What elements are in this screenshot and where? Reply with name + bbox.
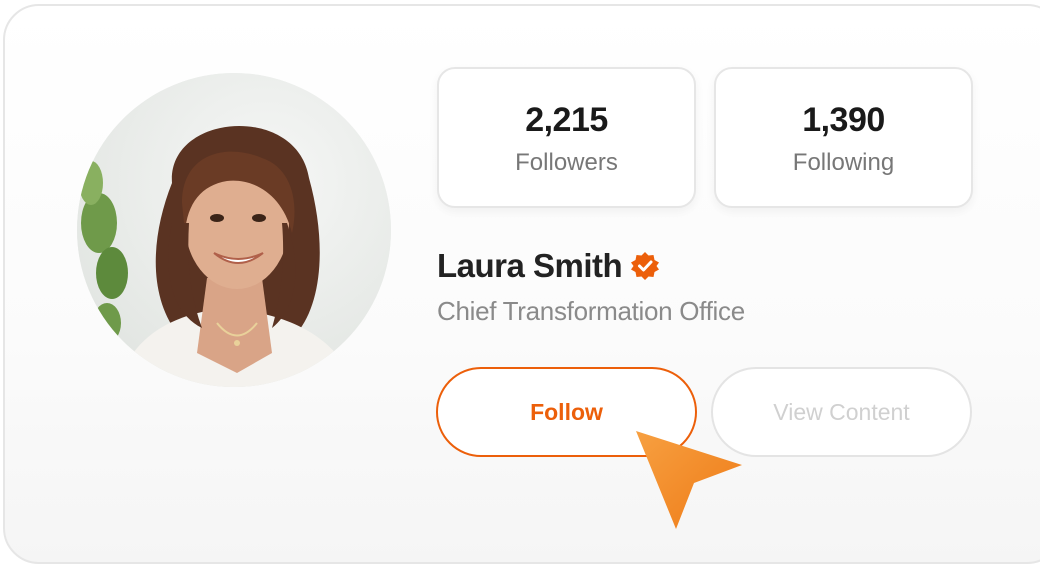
verified-badge-icon — [630, 251, 660, 281]
profile-title: Chief Transformation Office — [437, 296, 745, 326]
cursor-pointer-icon — [630, 425, 750, 535]
following-stat[interactable]: 1,390 Following — [714, 67, 973, 208]
avatar[interactable] — [77, 73, 391, 387]
profile-name: Laura Smith — [437, 247, 623, 284]
followers-count: 2,215 — [525, 101, 608, 139]
profile-name-row: Laura Smith — [437, 247, 660, 285]
followers-stat[interactable]: 2,215 Followers — [437, 67, 696, 208]
following-label: Following — [792, 149, 895, 176]
followers-label: Followers — [515, 149, 618, 176]
view-content-button[interactable]: View Content — [711, 367, 972, 457]
following-count: 1,390 — [802, 101, 885, 139]
profile-photo — [77, 73, 391, 387]
